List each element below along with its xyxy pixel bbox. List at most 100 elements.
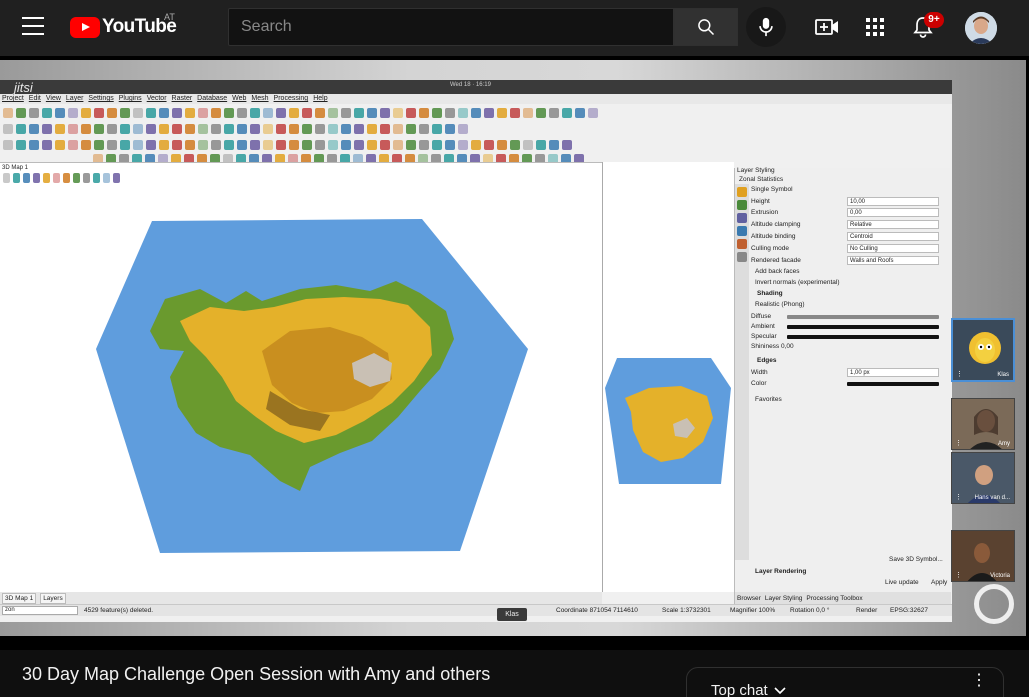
toolbar-tool-icon[interactable] [419, 108, 429, 118]
account-avatar[interactable] [965, 12, 997, 44]
menu-vector[interactable]: Vector [147, 94, 167, 104]
diffuse-color[interactable] [787, 315, 939, 319]
toolbar-tool-icon[interactable] [237, 124, 247, 134]
toolbar-tool-icon[interactable] [120, 140, 130, 150]
menu-edit[interactable]: Edit [29, 94, 41, 104]
toolbar-tool-icon[interactable] [3, 124, 13, 134]
toolbar-tool-icon[interactable] [146, 124, 156, 134]
favorites-select[interactable]: Favorites [755, 396, 782, 403]
toolbar-tool-icon[interactable] [16, 124, 26, 134]
apply-button[interactable]: Apply [931, 579, 947, 586]
toolbar-tool-icon[interactable] [81, 108, 91, 118]
toolbar-tool-icon[interactable] [237, 140, 247, 150]
toolbar-tool-icon[interactable] [510, 140, 520, 150]
menu-mesh[interactable]: Mesh [251, 94, 268, 104]
live-update-checkbox[interactable]: Live update [885, 579, 919, 586]
toolbar-tool-icon[interactable] [562, 140, 572, 150]
toolbar-tool-icon[interactable] [406, 108, 416, 118]
toolbar-tool-icon[interactable] [55, 108, 65, 118]
toolbar-tool-icon[interactable] [133, 140, 143, 150]
toolbar-tool-icon[interactable] [42, 140, 52, 150]
magnifier-readout[interactable]: Magnifier 100% [730, 607, 775, 614]
toolbar-tool-icon[interactable] [263, 124, 273, 134]
participant-tile-victoria[interactable]: ⋮ Victoria [951, 530, 1015, 582]
toolbar-tool-icon[interactable] [445, 124, 455, 134]
toolbar-tool-icon[interactable] [315, 140, 325, 150]
tab-3d-map[interactable]: 3D Map 1 [2, 592, 37, 604]
toolbar-tool-icon[interactable] [458, 124, 468, 134]
history-icon[interactable] [737, 252, 747, 262]
toolbar-tool-icon[interactable] [354, 124, 364, 134]
toolbar-tool-icon[interactable] [432, 108, 442, 118]
toolbar-tool-icon[interactable] [237, 108, 247, 118]
tab-layers[interactable]: Layers [40, 592, 66, 604]
toolbar-tool-icon[interactable] [471, 108, 481, 118]
render-checkbox[interactable]: Render [856, 607, 877, 614]
toolbar-tool-icon[interactable] [68, 108, 78, 118]
toolbar-tool-icon[interactable] [393, 140, 403, 150]
labels-icon[interactable] [737, 200, 747, 210]
toolbar-tool-icon[interactable] [276, 108, 286, 118]
extrusion-field[interactable]: 0,00 [847, 208, 939, 217]
toolbar-tool-icon[interactable] [549, 108, 559, 118]
toolbar-tool-icon[interactable] [419, 124, 429, 134]
toolbar-tool-icon[interactable] [146, 108, 156, 118]
toolbar-tool-icon[interactable] [211, 140, 221, 150]
toolbar-tool-icon[interactable] [29, 108, 39, 118]
toolbar-tool-icon[interactable] [211, 108, 221, 118]
toolbar-tool-icon[interactable] [3, 140, 13, 150]
menu-raster[interactable]: Raster [172, 94, 193, 104]
chat-more-options-icon[interactable]: ⋮ [971, 670, 987, 690]
toolbar-tool-icon[interactable] [302, 108, 312, 118]
toolbar-tool-icon[interactable] [224, 140, 234, 150]
shading-heading[interactable]: Shading [757, 290, 783, 297]
toolbar-tool-icon[interactable] [185, 124, 195, 134]
altitude-clamping-select[interactable]: Relative [847, 220, 939, 229]
toolbar-tool-icon[interactable] [367, 124, 377, 134]
crs-button[interactable]: EPSG:32627 [890, 607, 928, 614]
toolbar-tool-icon[interactable] [211, 124, 221, 134]
toolbar-tool-icon[interactable] [458, 140, 468, 150]
scale-readout[interactable]: Scale 1:3732301 [662, 607, 711, 614]
toolbar-tool-icon[interactable] [94, 140, 104, 150]
toolbar-tool-icon[interactable] [432, 140, 442, 150]
symbol-type[interactable]: Single Symbol [751, 186, 793, 193]
rotation-readout[interactable]: Rotation 0,0 ° [790, 607, 829, 614]
toolbar-tool-icon[interactable] [172, 108, 182, 118]
menu-processing[interactable]: Processing [274, 94, 309, 104]
toolbar-tool-icon[interactable] [445, 108, 455, 118]
menu-settings[interactable]: Settings [88, 94, 113, 104]
toolbar-tool-icon[interactable] [354, 140, 364, 150]
menu-icon[interactable] [22, 17, 44, 35]
toolbar-tool-icon[interactable] [536, 140, 546, 150]
toolbar-tool-icon[interactable] [3, 108, 13, 118]
toolbar-tool-icon[interactable] [81, 124, 91, 134]
toolbar-tool-icon[interactable] [198, 140, 208, 150]
toolbar-tool-icon[interactable] [185, 140, 195, 150]
toolbar-tool-icon[interactable] [133, 108, 143, 118]
shininess-field[interactable]: Shininess 0,00 [751, 343, 794, 350]
toolbar-tool-icon[interactable] [68, 124, 78, 134]
menu-view[interactable]: View [46, 94, 61, 104]
toolbar-tool-icon[interactable] [198, 124, 208, 134]
toolbar-tool-icon[interactable] [406, 140, 416, 150]
tile-menu-icon[interactable]: ⋮ [955, 571, 962, 579]
voice-search-button[interactable] [746, 7, 786, 47]
toolbar-tool-icon[interactable] [81, 140, 91, 150]
toolbar-tool-icon[interactable] [107, 140, 117, 150]
toolbar-tool-icon[interactable] [406, 124, 416, 134]
tile-menu-icon[interactable]: ⋮ [956, 370, 963, 378]
toolbar-tool-icon[interactable] [471, 140, 481, 150]
search-button[interactable] [674, 8, 738, 46]
apps-button[interactable] [862, 14, 888, 40]
save-3d-symbol-button[interactable]: Save 3D Symbol... [889, 556, 943, 563]
toolbar-tool-icon[interactable] [289, 140, 299, 150]
toolbar-tool-icon[interactable] [458, 108, 468, 118]
toolbar-tool-icon[interactable] [276, 124, 286, 134]
toolbar-tool-icon[interactable] [328, 124, 338, 134]
toolbar-tool-icon[interactable] [29, 140, 39, 150]
menu-plugins[interactable]: Plugins [119, 94, 142, 104]
toolbar-tool-icon[interactable] [146, 140, 156, 150]
toolbar-tool-icon[interactable] [120, 124, 130, 134]
create-button[interactable] [814, 14, 840, 40]
